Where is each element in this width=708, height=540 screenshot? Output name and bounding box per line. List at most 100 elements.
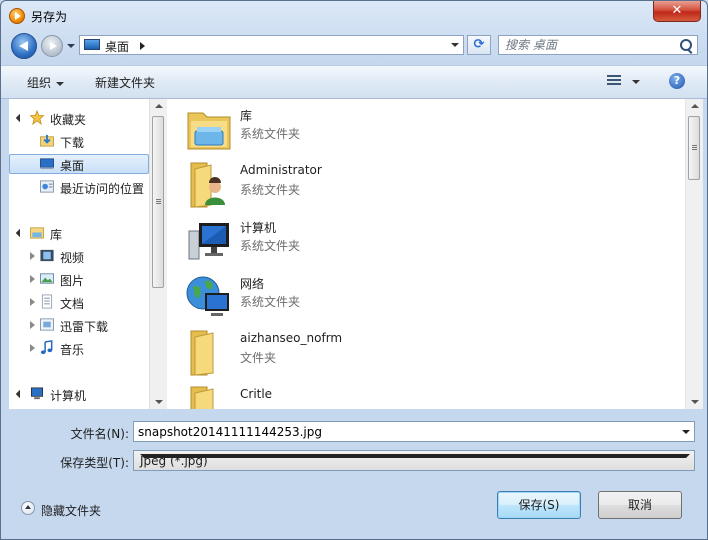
window-title: 另存为 — [31, 10, 68, 24]
chevron-right-icon[interactable] — [140, 42, 145, 50]
folder-icon — [190, 330, 214, 376]
toolbar: 组织 新建文件夹 ? — [1, 65, 707, 99]
scrollbar-thumb[interactable] — [688, 116, 700, 180]
star-icon — [29, 110, 45, 125]
filetype-label: 保存类型(T): — [60, 456, 129, 470]
nav-item-label: 最近访问的位置 — [60, 182, 145, 196]
list-item[interactable]: 库 系统文件夹 — [183, 105, 663, 161]
recent-locations-dropdown[interactable] — [67, 44, 75, 48]
list-item[interactable]: Critle — [183, 385, 663, 409]
search-icon[interactable] — [680, 39, 692, 51]
view-options-icon[interactable] — [607, 74, 621, 88]
address-location[interactable]: 桌面 — [105, 38, 129, 55]
view-dropdown-icon[interactable] — [632, 80, 640, 84]
organize-button[interactable]: 组织 — [27, 74, 65, 91]
file-name: aizhanseo_nofrm — [240, 331, 343, 345]
forward-button[interactable] — [41, 35, 63, 57]
address-dropdown-icon[interactable] — [451, 43, 459, 47]
nav-item-downloads[interactable]: 下载 — [9, 131, 149, 151]
search-box[interactable] — [498, 35, 698, 55]
computer-icon — [188, 223, 229, 260]
nav-item-pictures[interactable]: 图片 — [9, 269, 149, 289]
filename-label: 文件名(N): — [70, 427, 129, 441]
refresh-button[interactable]: ⟳ — [467, 35, 491, 55]
nav-item-recent-places[interactable]: 最近访问的位置 — [9, 177, 149, 197]
expand-arrow-icon[interactable] — [30, 298, 35, 306]
nav-item-label: 桌面 — [60, 159, 85, 173]
nav-favorites[interactable]: 收藏夹 — [9, 108, 149, 128]
desktop-icon — [40, 158, 54, 170]
nav-item-videos[interactable]: 视频 — [9, 246, 149, 266]
expand-arrow-icon[interactable] — [30, 275, 35, 283]
nav-item-documents[interactable]: 文档 — [9, 292, 149, 312]
nav-item-desktop[interactable]: 桌面 — [9, 154, 149, 174]
address-bar[interactable]: 桌面 — [79, 35, 464, 55]
computer-icon — [31, 387, 43, 400]
navigation-pane: 收藏夹 下载 桌面 最近访问的位置 库 视频 图片 文档 迅雷下载 音乐 计算机 — [9, 99, 167, 409]
expand-arrow-icon[interactable] — [15, 113, 25, 123]
back-button[interactable] — [11, 33, 37, 59]
download-folder-icon — [40, 134, 54, 147]
file-type: 系统文件夹 — [240, 127, 301, 141]
nav-favorites-label: 收藏夹 — [50, 113, 87, 127]
chevron-down-icon[interactable] — [140, 454, 690, 458]
file-type: 系统文件夹 — [240, 183, 301, 197]
recent-places-icon — [40, 180, 54, 193]
filetype-select[interactable]: Jpeg (*.jpg) — [133, 450, 695, 471]
expand-arrow-icon[interactable] — [30, 344, 35, 352]
chevron-down-icon — [56, 81, 65, 86]
filename-input[interactable] — [138, 424, 668, 439]
file-list: 库 系统文件夹 Administrator 系统文件夹 计算机 系统文件夹 网络… — [167, 99, 685, 409]
organize-label: 组织 — [27, 76, 52, 90]
nav-item-label: 文档 — [60, 297, 85, 311]
expand-arrow-icon[interactable] — [30, 321, 35, 329]
close-button[interactable]: ✕ — [653, 1, 701, 22]
hide-folders-label: 隐藏文件夹 — [41, 504, 102, 518]
nav-item-music[interactable]: 音乐 — [9, 338, 149, 358]
nav-item-label: 下载 — [60, 136, 85, 150]
file-type: 系统文件夹 — [240, 239, 301, 253]
list-item[interactable]: Administrator 系统文件夹 — [183, 161, 663, 217]
list-item[interactable]: 计算机 系统文件夹 — [183, 217, 663, 273]
scrollbar-thumb[interactable] — [152, 116, 164, 288]
music-library-icon — [40, 340, 53, 355]
network-icon — [186, 276, 229, 316]
cancel-button[interactable]: 取消 — [598, 491, 682, 519]
library-folder-icon — [187, 112, 231, 150]
new-folder-button[interactable]: 新建文件夹 — [95, 74, 155, 91]
scroll-down-arrow[interactable] — [691, 400, 699, 404]
file-name: Critle — [240, 387, 273, 401]
nav-computer[interactable]: 计算机 — [9, 384, 149, 404]
title-bar[interactable]: 另存为 ✕ — [1, 1, 707, 31]
file-type: 文件夹 — [240, 351, 277, 365]
navigation-scrollbar[interactable] — [149, 99, 167, 409]
nav-libraries-label: 库 — [50, 228, 63, 242]
list-item[interactable]: 网络 系统文件夹 — [183, 273, 663, 329]
expand-arrow-icon[interactable] — [15, 389, 25, 399]
help-icon[interactable]: ? — [669, 73, 685, 89]
scroll-up-arrow[interactable] — [155, 104, 163, 108]
pictures-library-icon — [40, 273, 54, 284]
nav-libraries[interactable]: 库 — [9, 223, 149, 243]
save-button[interactable]: 保存(S) — [497, 491, 581, 519]
list-item[interactable]: aizhanseo_nofrm 文件夹 — [183, 329, 663, 385]
nav-item-label: 图片 — [60, 274, 85, 288]
folder-icon — [190, 386, 214, 409]
xunlei-download-icon — [40, 318, 54, 331]
file-name: 网络 — [240, 277, 265, 291]
search-input[interactable] — [505, 38, 675, 52]
scroll-up-arrow[interactable] — [691, 104, 699, 108]
chevron-down-icon[interactable] — [682, 430, 690, 434]
file-list-scrollbar[interactable] — [685, 99, 703, 409]
user-folder-icon — [190, 162, 225, 208]
expand-arrow-icon[interactable] — [30, 252, 35, 260]
file-name: 计算机 — [240, 221, 277, 235]
nav-computer-label: 计算机 — [50, 389, 87, 403]
file-name: 库 — [240, 109, 253, 123]
nav-item-xunlei[interactable]: 迅雷下载 — [9, 315, 149, 335]
filename-combobox[interactable] — [133, 421, 695, 442]
library-icon — [30, 227, 44, 239]
scroll-down-arrow[interactable] — [155, 400, 163, 404]
desktop-icon — [84, 39, 100, 50]
expand-arrow-icon[interactable] — [15, 228, 25, 238]
